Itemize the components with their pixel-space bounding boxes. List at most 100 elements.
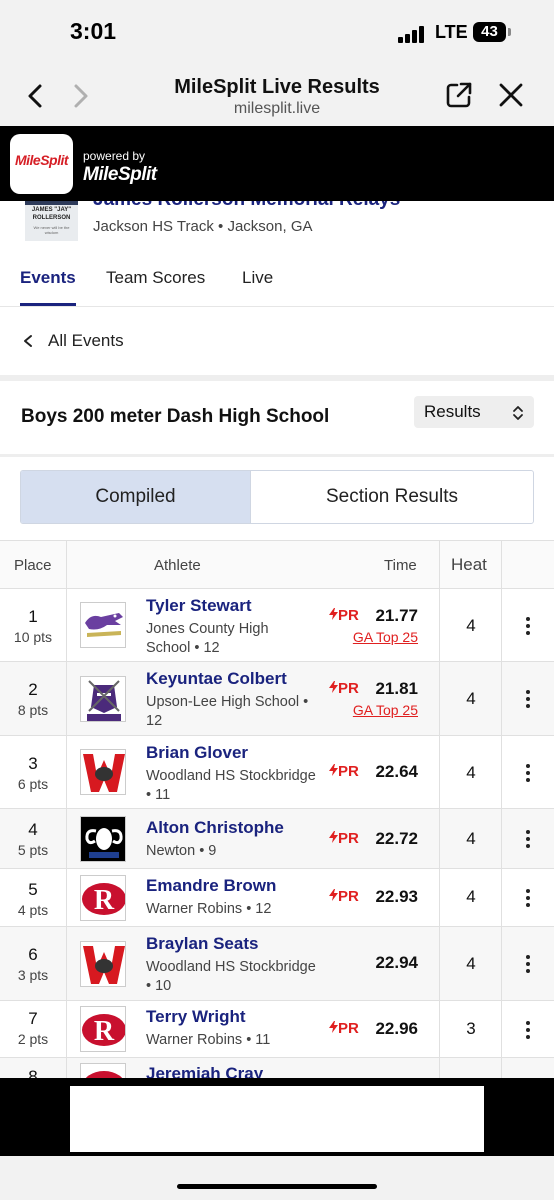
place-points: 8 pts (17, 702, 49, 718)
thumb-line-2: ROLLERSON (32, 215, 71, 221)
powered-by-logo: MileSplit (83, 164, 157, 185)
ad-slot[interactable] (70, 1086, 484, 1152)
athlete-team: Warner Robins • 11 (146, 1032, 271, 1048)
results-mode-toggle: Compiled Section Results (20, 470, 534, 524)
chevron-up-down-icon (513, 406, 523, 420)
compiled-button[interactable]: Compiled (21, 471, 251, 523)
tab-live[interactable]: Live (242, 268, 273, 288)
heat-number: 4 (466, 887, 476, 906)
jones-county-logo (80, 602, 126, 648)
chevron-left-icon (24, 335, 32, 347)
athlete-team: Woodland HS Stockbridge • 10 (146, 959, 316, 994)
athlete-name[interactable]: Jeremiah Cray (146, 1064, 263, 1078)
meet-thumbnail: JAMES "JAY" ROLLERSON We never will be t… (25, 201, 78, 241)
more-options-icon[interactable] (502, 869, 554, 927)
browser-bottom-bar (0, 1156, 554, 1200)
more-options-icon[interactable] (502, 589, 554, 662)
event-title: Boys 200 meter Dash High School (21, 406, 330, 427)
result-time: 22.64 (375, 762, 418, 781)
result-time: 21.77 (375, 606, 418, 625)
newton-rams-logo (80, 816, 126, 862)
woodland-wolfpack-logo (80, 941, 126, 987)
status-time: 3:01 (70, 18, 117, 44)
meet-name[interactable]: James Rollerson Memorial Relays (93, 201, 400, 211)
more-options-icon[interactable] (502, 736, 554, 809)
more-options-icon[interactable] (502, 1001, 554, 1058)
milesplit-logo[interactable]: MileSplit (10, 134, 73, 194)
pr-label: PR (338, 1020, 359, 1037)
place-points: 3 pts (17, 967, 49, 983)
milesplit-banner: MileSplit powered by MileSplit (0, 126, 554, 201)
meet-header: JAMES "JAY" ROLLERSON We never will be t… (0, 201, 554, 247)
woodland-wolfpack-logo (80, 749, 126, 795)
place-number: 6 (28, 945, 38, 964)
pr-label: PR (338, 763, 359, 780)
results-view-select[interactable]: Results (414, 396, 534, 428)
upson-lee-knights-logo (80, 676, 126, 722)
athlete-name[interactable]: Alton Christophe (146, 818, 284, 838)
athlete-name[interactable]: Brian Glover (146, 743, 248, 763)
place-number: 7 (28, 1009, 38, 1028)
table-row[interactable]: 1 10 pts Tyler Stewart Jones County High… (0, 589, 554, 662)
ga-top25-link[interactable]: GA Top 25 (318, 629, 418, 645)
lightning-icon (329, 831, 338, 843)
all-events-link[interactable]: All Events (0, 307, 554, 375)
ga-top25-link[interactable]: GA Top 25 (318, 702, 418, 718)
battery-icon: 43 (473, 22, 506, 42)
athlete-name[interactable]: Keyuntae Colbert (146, 669, 287, 689)
place-points: 6 pts (17, 776, 49, 792)
result-time: 21.81 (375, 679, 418, 698)
lightning-icon (329, 681, 338, 693)
athlete-name[interactable]: Terry Wright (146, 1007, 246, 1027)
heat-number: 4 (466, 763, 476, 782)
place-points: 4 pts (17, 902, 49, 918)
event-header: Boys 200 meter Dash High School Results (0, 381, 554, 454)
svg-text:R: R (94, 885, 115, 916)
tab-team-scores[interactable]: Team Scores (106, 268, 205, 288)
athlete-team: Woodland HS Stockbridge • 11 (146, 768, 316, 803)
pr-badge: PR (329, 680, 359, 697)
header-heat: Heat (451, 555, 487, 574)
pr-badge: PR (329, 763, 359, 780)
column-divider (501, 541, 502, 1078)
place-points: 2 pts (17, 1031, 49, 1047)
more-options-icon[interactable] (502, 927, 554, 1001)
browser-header: MileSplit Live Results milesplit.live (0, 66, 554, 126)
pr-label: PR (338, 888, 359, 905)
battery-tip (508, 28, 511, 36)
heat-number: 3 (466, 1019, 476, 1038)
table-row[interactable]: 8 R Jeremiah Cray (0, 1058, 554, 1078)
close-icon[interactable] (496, 80, 526, 110)
divider (0, 454, 554, 457)
pr-badge: PR (329, 830, 359, 847)
athlete-name[interactable]: Emandre Brown (146, 876, 276, 896)
section-results-button[interactable]: Section Results (251, 471, 533, 523)
column-divider (66, 541, 67, 1078)
place-points: 5 pts (17, 842, 49, 858)
warner-robins-logo: R (80, 1006, 126, 1052)
athlete-name[interactable]: Tyler Stewart (146, 596, 252, 616)
signal-icon (398, 25, 428, 43)
home-indicator[interactable] (177, 1184, 377, 1189)
place-number: 1 (28, 607, 38, 626)
table-row[interactable]: 2 8 pts Keyuntae Colbert Upson-Lee High … (0, 662, 554, 736)
heat-number: 4 (466, 954, 476, 973)
table-row[interactable]: 3 6 pts Brian Glover Woodland HS Stockbr… (0, 736, 554, 809)
table-row[interactable]: 5 4 pts R Emandre Brown Warner Robins • … (0, 869, 554, 927)
athlete-name[interactable]: Braylan Seats (146, 934, 258, 954)
result-time: 22.93 (375, 887, 418, 906)
table-row[interactable]: 7 2 pts R Terry Wright Warner Robins • 1… (0, 1001, 554, 1058)
all-events-label: All Events (48, 331, 124, 350)
place-points: 10 pts (13, 629, 53, 645)
pr-label: PR (338, 607, 359, 624)
open-external-icon[interactable] (444, 80, 474, 110)
meet-location: Jackson HS Track • Jackson, GA (93, 218, 313, 235)
active-tab-indicator (20, 303, 76, 306)
tab-events[interactable]: Events (20, 268, 76, 288)
place-number: 3 (28, 754, 38, 773)
pr-badge: PR (329, 888, 359, 905)
more-options-icon[interactable] (502, 662, 554, 736)
more-options-icon[interactable] (502, 809, 554, 869)
table-row[interactable]: 4 5 pts Alton Christophe Newton • 9 PR 2… (0, 809, 554, 869)
table-row[interactable]: 6 3 pts Braylan Seats Woodland HS Stockb… (0, 927, 554, 1001)
